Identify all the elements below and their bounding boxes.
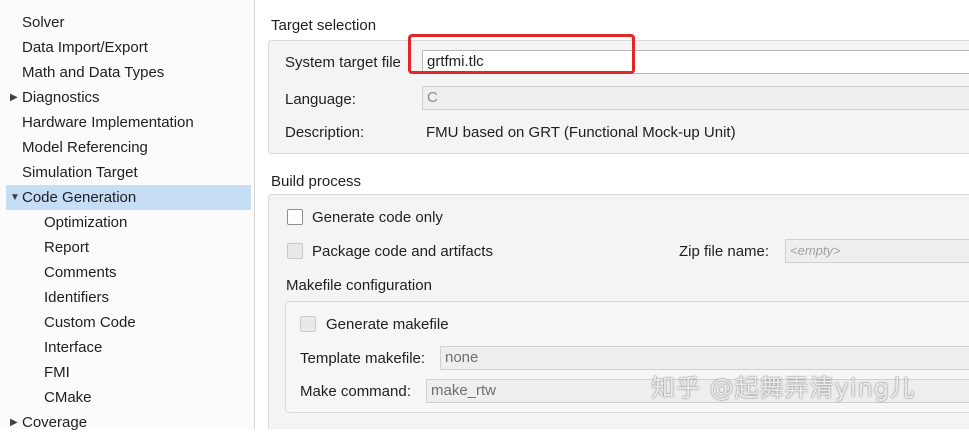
tree-item-label: Math and Data Types xyxy=(22,64,165,81)
tree-item-comments[interactable]: Comments xyxy=(6,260,251,285)
tree-item-label: Coverage xyxy=(22,414,88,431)
description-value: FMU based on GRT (Functional Mock-up Uni… xyxy=(426,124,736,141)
tree-item-label: Data Import/Export xyxy=(22,39,148,56)
make-command-label: Make command: xyxy=(300,383,411,400)
makefile-config-title: Makefile configuration xyxy=(286,277,432,294)
tree-item-label: Solver xyxy=(22,14,65,31)
language-select[interactable]: C xyxy=(422,86,969,110)
tree-item-label: Interface xyxy=(44,339,103,356)
collapsed-triangle-icon[interactable]: ▶ xyxy=(6,85,22,110)
tree-item-label: Hardware Implementation xyxy=(22,114,194,131)
template-makefile-field[interactable]: none xyxy=(440,346,969,370)
tree-item-report[interactable]: Report xyxy=(6,235,251,260)
tree-item-interface[interactable]: Interface xyxy=(6,335,251,360)
make-command-field[interactable]: make_rtw xyxy=(426,379,969,403)
expanded-triangle-icon[interactable]: ▼ xyxy=(6,185,22,210)
tree-item-solver[interactable]: Solver xyxy=(6,10,251,35)
tree-item-label: Comments xyxy=(44,264,117,281)
collapsed-triangle-icon[interactable]: ▶ xyxy=(6,410,22,435)
build-process-title: Build process xyxy=(271,173,362,190)
tree-item-label: Diagnostics xyxy=(22,89,100,106)
config-tree: Solver Data Import/Export Math and Data Ty… xyxy=(0,0,255,431)
template-makefile-label: Template makefile: xyxy=(300,350,426,367)
target-selection-title: Target selection xyxy=(271,17,377,34)
tree-item-diagnostics[interactable]: ▶ Diagnostics xyxy=(6,85,251,110)
zip-file-label: Zip file name: xyxy=(679,243,770,260)
tree-item-code-generation[interactable]: ▼ Code Generation xyxy=(6,185,251,210)
tree-item-label: Optimization xyxy=(44,214,128,231)
package-code-label: Package code and artifacts xyxy=(312,243,493,260)
language-label: Language: xyxy=(285,91,356,108)
tree-item-cmake[interactable]: CMake xyxy=(6,385,251,410)
tree-item-data-import-export[interactable]: Data Import/Export xyxy=(6,35,251,60)
settings-panel: Target selection System target file grtf… xyxy=(256,0,969,429)
package-code-checkbox[interactable] xyxy=(287,243,303,259)
tree-item-custom-code[interactable]: Custom Code xyxy=(6,310,251,335)
description-label: Description: xyxy=(285,124,365,141)
generate-code-only-label: Generate code only xyxy=(312,209,443,226)
build-process-group: Generate code only Package code and arti… xyxy=(268,194,969,429)
tree-item-identifiers[interactable]: Identifiers xyxy=(6,285,251,310)
tree-item-label: CMake xyxy=(44,389,92,406)
tree-item-label: Report xyxy=(44,239,90,256)
system-target-file-field[interactable]: grtfmi.tlc xyxy=(422,50,969,74)
zip-file-field[interactable]: <empty> xyxy=(785,239,969,263)
tree-item-label: Custom Code xyxy=(44,314,136,331)
target-selection-group: System target file grtfmi.tlc Language: … xyxy=(268,40,969,154)
tree-item-label: Simulation Target xyxy=(22,164,138,181)
system-target-file-label: System target file xyxy=(285,54,401,71)
generate-makefile-label: Generate makefile xyxy=(326,316,449,333)
tree-item-label: FMI xyxy=(44,364,70,381)
tree-item-model-referencing[interactable]: Model Referencing xyxy=(6,135,251,160)
tree-item-simulation-target[interactable]: Simulation Target xyxy=(6,160,251,185)
tree-item-coverage[interactable]: ▶ Coverage xyxy=(6,410,251,435)
generate-code-only-checkbox[interactable] xyxy=(287,209,303,225)
generate-makefile-checkbox[interactable] xyxy=(300,316,316,332)
tree-item-label: Model Referencing xyxy=(22,139,148,156)
tree-item-math-and-data-types[interactable]: Math and Data Types xyxy=(6,60,251,85)
makefile-config-group: Generate makefile Template makefile: non… xyxy=(285,301,969,413)
tree-item-label: Code Generation xyxy=(22,189,137,206)
tree-item-label: Identifiers xyxy=(44,289,110,306)
tree-item-optimization[interactable]: Optimization xyxy=(6,210,251,235)
tree-item-hardware-implementation[interactable]: Hardware Implementation xyxy=(6,110,251,135)
tree-item-fmi[interactable]: FMI xyxy=(6,360,251,385)
